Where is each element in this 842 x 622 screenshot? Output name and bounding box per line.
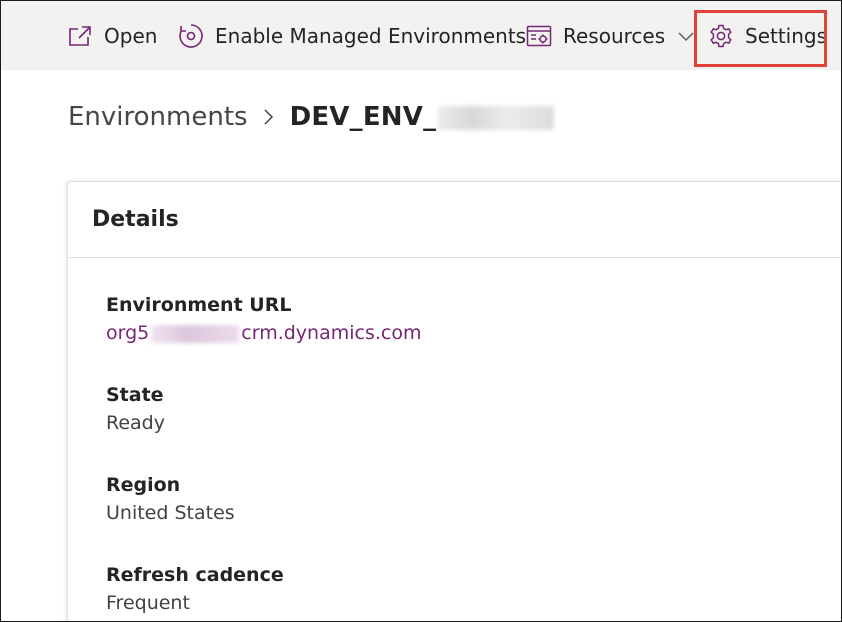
url-prefix: org5 xyxy=(106,322,150,344)
field-region: Region United States xyxy=(106,472,421,562)
field-label: State xyxy=(106,384,164,406)
chevron-right-icon xyxy=(262,108,274,126)
details-card: Details Environment URL org5 crm.dynamics… xyxy=(67,181,841,621)
redacted-text xyxy=(151,324,240,343)
environment-url-link[interactable]: org5 crm.dynamics.com xyxy=(106,318,421,348)
redacted-text xyxy=(438,105,555,130)
open-in-new-icon xyxy=(66,22,94,50)
field-label: Region xyxy=(106,474,181,496)
url-suffix: crm.dynamics.com xyxy=(241,322,422,344)
resources-label: Resources xyxy=(563,23,666,48)
command-bar: Open Enable Managed Environments Resourc… xyxy=(1,1,841,70)
field-refresh-cadence: Refresh cadence Frequent xyxy=(106,562,421,621)
chevron-down-icon xyxy=(677,30,695,42)
settings-label: Settings xyxy=(745,23,828,48)
breadcrumb-current-environment: DEV_ENV_ xyxy=(290,102,555,132)
gear-icon xyxy=(707,22,735,50)
resources-icon xyxy=(525,22,553,50)
open-button[interactable]: Open xyxy=(66,1,157,70)
breadcrumb: Environments DEV_ENV_ xyxy=(68,97,555,137)
field-value: Frequent xyxy=(106,592,190,614)
field-label: Refresh cadence xyxy=(106,564,284,586)
enable-managed-environments-label: Enable Managed Environments xyxy=(215,23,527,48)
field-value: Ready xyxy=(106,412,165,434)
app-frame: Open Enable Managed Environments Resourc… xyxy=(0,0,842,622)
environment-name: DEV_ENV_ xyxy=(289,102,437,132)
field-environment-url: Environment URL org5 crm.dynamics.com xyxy=(106,292,421,382)
details-title: Details xyxy=(92,207,179,232)
field-state: State Ready xyxy=(106,382,421,472)
open-label: Open xyxy=(104,23,158,48)
field-value: United States xyxy=(106,502,235,524)
breadcrumb-environments-link[interactable]: Environments xyxy=(68,102,248,132)
details-fields: Environment URL org5 crm.dynamics.com Sta… xyxy=(106,292,421,621)
resources-menu-button[interactable]: Resources xyxy=(525,1,695,70)
details-card-header: Details xyxy=(68,182,841,258)
managed-environment-icon xyxy=(177,22,205,50)
enable-managed-environments-button[interactable]: Enable Managed Environments xyxy=(177,1,526,70)
field-label: Environment URL xyxy=(106,294,292,316)
settings-button[interactable]: Settings xyxy=(707,1,827,70)
